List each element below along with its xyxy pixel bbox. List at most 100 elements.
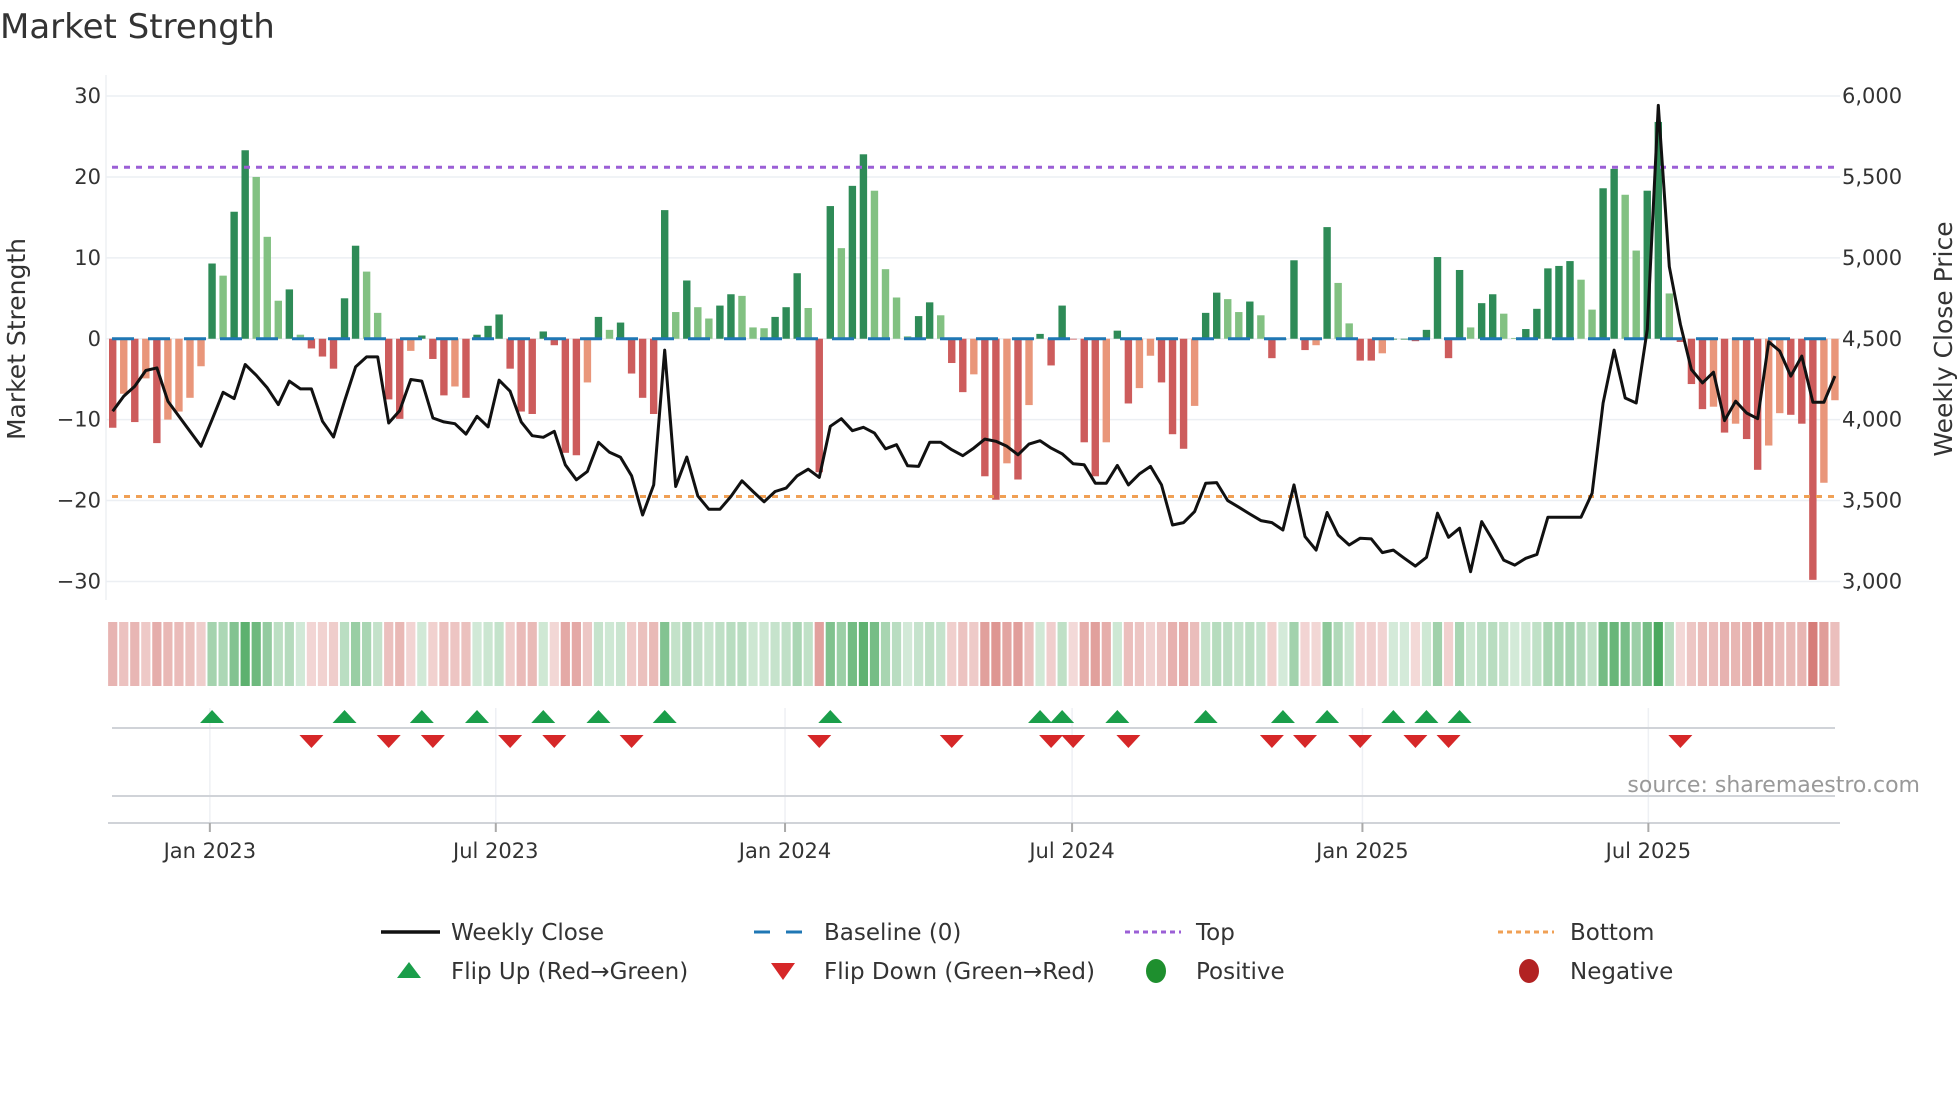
legend-item-triangle-down: Flip Down (Green→Red) — [771, 959, 1095, 985]
strength-bar — [1500, 313, 1508, 339]
flip-down-marker — [1061, 735, 1086, 748]
heat-cell — [704, 622, 714, 686]
strength-bar — [506, 338, 514, 369]
strength-bar — [1058, 305, 1066, 339]
chart-title: Market Strength — [0, 7, 275, 47]
triangle-down-icon — [771, 963, 795, 980]
heat-cell — [1256, 622, 1266, 686]
heat-cell — [1421, 622, 1432, 686]
heat-cell — [472, 622, 482, 686]
strength-bar — [1798, 338, 1806, 424]
strength-bar — [1224, 299, 1232, 339]
strength-bar — [870, 190, 879, 339]
strength-bar — [727, 294, 735, 339]
heat-cell — [1609, 622, 1619, 686]
strength-bar — [1069, 338, 1077, 340]
heat-cell — [1499, 622, 1509, 686]
heat-cell — [1355, 622, 1365, 686]
heat-cell — [428, 622, 438, 686]
flip-up-marker — [1447, 710, 1472, 723]
legend-label: Baseline (0) — [824, 920, 961, 946]
flip-down-marker — [1436, 735, 1461, 748]
heat-cell — [604, 622, 615, 686]
heat-cell — [1046, 622, 1056, 686]
strength-bar — [241, 150, 249, 339]
y2-tick-label: 4,000 — [1842, 408, 1902, 432]
strength-bar — [462, 338, 470, 398]
flip-up-marker — [1028, 710, 1053, 723]
strength-bar — [992, 338, 1000, 500]
heat-cell — [317, 622, 328, 686]
heat-cell — [1742, 622, 1752, 686]
legend-label: Positive — [1196, 959, 1285, 985]
strength-bar — [616, 322, 625, 339]
flip-up-marker — [1381, 710, 1406, 723]
heat-cell — [527, 622, 537, 686]
legend-label: Flip Down (Green→Red) — [824, 959, 1095, 985]
flip-up-marker — [409, 710, 434, 723]
left-axis-ticks: 30 20 10 0 −10 −20 −30 — [57, 84, 101, 593]
strength-bar — [1466, 327, 1475, 339]
strength-bar — [848, 185, 857, 339]
heat-cell — [1057, 622, 1067, 686]
strength-bar — [1378, 338, 1386, 354]
x-tick-label: Jul 2023 — [451, 839, 538, 863]
strength-bar — [782, 307, 790, 339]
heat-cell — [251, 622, 261, 686]
flip-up-marker — [652, 710, 677, 723]
heat-cell — [969, 622, 979, 686]
heat-cell — [240, 622, 250, 686]
heat-cell — [141, 622, 151, 686]
heat-cell — [1675, 622, 1685, 686]
right-axis-ticks: 6,000 5,500 5,000 4,500 4,000 3,500 3,000 — [1842, 84, 1902, 593]
strength-bar — [638, 338, 647, 398]
heat-cell — [902, 622, 913, 686]
heat-cell — [693, 622, 703, 686]
heat-cell — [273, 622, 283, 686]
strength-bar — [716, 305, 724, 339]
heat-cell — [384, 622, 394, 686]
x-tick-label: Jul 2024 — [1027, 839, 1114, 863]
heat-cell — [947, 622, 957, 686]
strength-bar — [1489, 294, 1497, 339]
strength-bar — [1102, 338, 1110, 443]
heat-cell — [362, 622, 372, 686]
legend-item-triangle-up: Flip Up (Red→Green) — [397, 959, 688, 985]
strength-bar — [109, 338, 117, 428]
heat-cell — [1664, 622, 1674, 686]
y-tick-label: 10 — [74, 246, 101, 270]
heat-cell — [1830, 622, 1840, 686]
strength-bar — [1455, 269, 1464, 339]
heat-cell — [1686, 622, 1697, 686]
heat-cell — [1719, 622, 1730, 686]
strength-bar — [683, 280, 691, 339]
flip-down-marker — [1293, 735, 1318, 748]
heat-cell — [119, 622, 129, 686]
y2-tick-label: 3,000 — [1842, 569, 1902, 593]
y-tick-label: −20 — [57, 489, 101, 513]
heat-cell — [1201, 622, 1211, 686]
flip-down-marker — [1116, 735, 1141, 748]
strength-bar — [1301, 338, 1309, 351]
heat-cell — [505, 622, 515, 686]
legend-item-circle-red: Negative — [1519, 959, 1673, 985]
heat-cell — [1786, 622, 1796, 686]
triangle-up-icon — [397, 962, 421, 978]
legend-item-dot-purple: Top — [1125, 920, 1235, 946]
heat-cell — [494, 622, 504, 686]
strength-bar — [892, 297, 901, 339]
heat-cell — [350, 622, 361, 686]
strength-bar — [1599, 188, 1607, 339]
heat-cell — [1377, 622, 1387, 686]
flip-up-marker — [1193, 710, 1218, 723]
heat-cell — [1300, 622, 1310, 686]
heat-cell — [1101, 622, 1111, 686]
heat-cell — [1145, 622, 1156, 686]
strength-bar — [120, 338, 128, 394]
strength-bar — [1091, 338, 1099, 477]
flip-up-marker — [332, 710, 357, 723]
heat-cell — [439, 622, 449, 686]
heat-cell — [284, 622, 294, 686]
heat-cell — [174, 622, 184, 686]
heat-cell — [262, 622, 272, 686]
